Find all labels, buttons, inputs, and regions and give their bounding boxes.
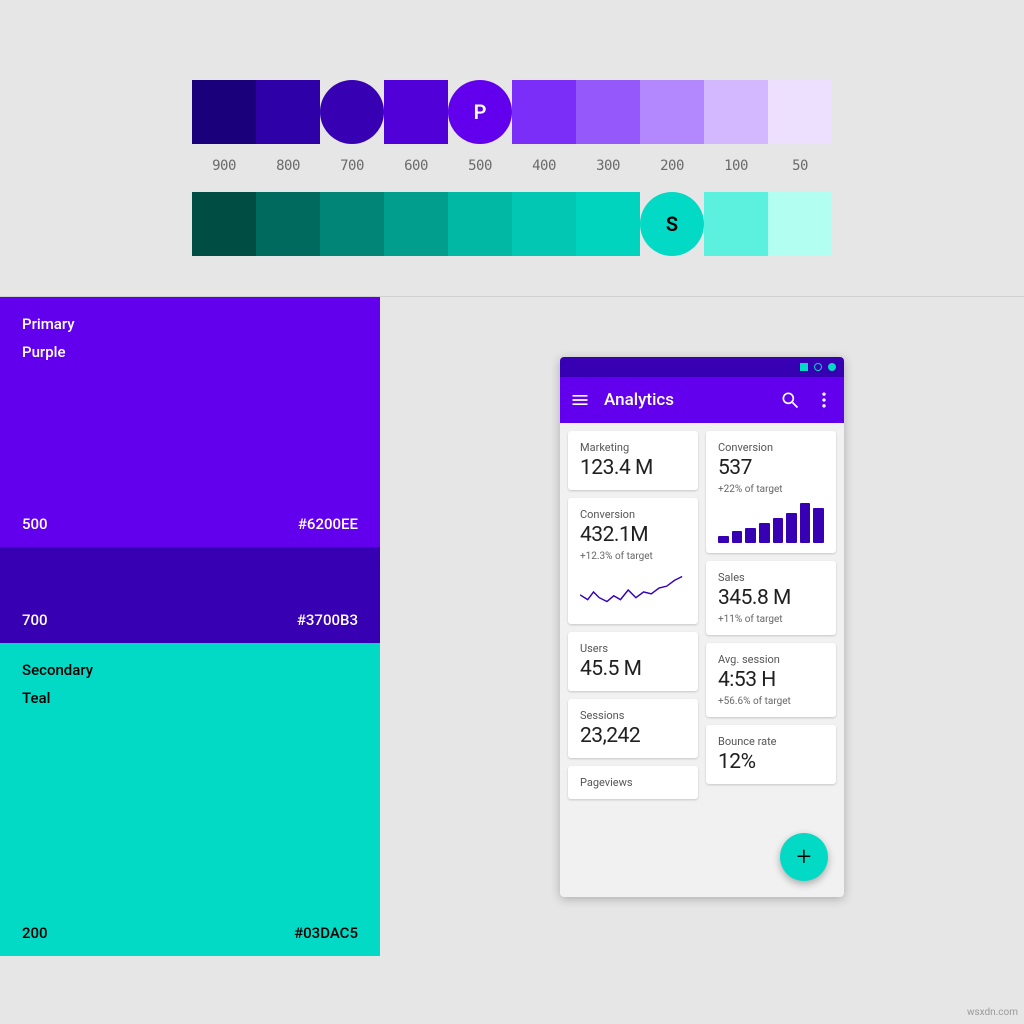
primary-dark-shade: 700 [22, 611, 48, 629]
shade-swatch [256, 80, 320, 144]
card-label: Bounce rate [718, 735, 824, 748]
shade-swatch [640, 80, 704, 144]
secondary-subtitle: Teal [22, 689, 358, 707]
shade-swatch [576, 192, 640, 256]
shade-swatch [256, 192, 320, 256]
card-value: 432.1M [580, 523, 686, 547]
card-label: Conversion [580, 508, 686, 521]
secondary-shade: 200 [22, 924, 48, 942]
shade-swatch [704, 192, 768, 256]
primary-title: Primary [22, 315, 358, 333]
shade-swatch [512, 192, 576, 256]
card-label: Marketing [580, 441, 686, 454]
shade-label: 300 [576, 144, 640, 192]
shade-swatch [192, 80, 256, 144]
shade-label: 600 [384, 144, 448, 192]
metric-card[interactable]: Bounce rate 12% [706, 725, 836, 784]
secondary-title: Secondary [22, 661, 358, 679]
card-value: 23,242 [580, 724, 686, 748]
card-column-left: Marketing 123.4 M Conversion 432.1M +12.3% o… [568, 431, 698, 799]
card-label: Avg. session [718, 653, 824, 666]
shade-swatch [768, 192, 832, 256]
shade-swatch [576, 80, 640, 144]
primary-color-block: Primary Purple 500 #6200EE [0, 297, 380, 547]
shade-swatch [384, 80, 448, 144]
status-ring-icon [814, 363, 822, 371]
app-title: Analytics [604, 390, 766, 410]
card-subtext: +11% of target [718, 614, 824, 625]
watermark: wsxdn.com [967, 1007, 1018, 1018]
status-icon [800, 363, 808, 371]
card-column-right: Conversion 537 +22% of target Sales 345.8 M +… [706, 431, 836, 799]
shade-swatch [320, 80, 384, 144]
search-icon[interactable] [780, 390, 800, 410]
shade-swatch [384, 192, 448, 256]
shade-swatch [768, 80, 832, 144]
card-label: Users [580, 642, 686, 655]
palette-section: P 90080070060050040030020010050 S [0, 0, 1024, 296]
shade-swatch: P [448, 80, 512, 144]
primary-subtitle: Purple [22, 343, 358, 361]
more-icon[interactable] [814, 390, 834, 410]
card-label: Conversion [718, 441, 824, 454]
primary-dark-hex: #3700B3 [297, 611, 358, 629]
shade-label: 900 [192, 144, 256, 192]
card-label: Sales [718, 571, 824, 584]
card-value: 4:53 H [718, 668, 824, 692]
shade-label: 800 [256, 144, 320, 192]
metric-card[interactable]: Sessions 23,242 [568, 699, 698, 758]
card-subtext: +22% of target [718, 484, 824, 495]
color-block-column: Primary Purple 500 #6200EE 700 #3700B3 S… [0, 297, 380, 956]
card-subtext: +56.6% of target [718, 696, 824, 707]
card-label: Sessions [580, 709, 686, 722]
shade-labels-row: 90080070060050040030020010050 [192, 144, 832, 192]
shade-swatch [704, 80, 768, 144]
secondary-hex: #03DAC5 [294, 924, 358, 942]
card-value: 345.8 M [718, 586, 824, 610]
primary-shade-row: P [192, 80, 832, 144]
card-subtext: +12.3% of target [580, 551, 686, 562]
menu-icon[interactable] [570, 390, 590, 410]
status-bar [560, 357, 844, 377]
shade-swatch [448, 192, 512, 256]
secondary-shade-row: S [192, 192, 832, 256]
shade-label: 50 [768, 144, 832, 192]
card-value: 45.5 M [580, 657, 686, 681]
card-label: Pageviews [580, 776, 686, 789]
metric-card[interactable]: Marketing 123.4 M [568, 431, 698, 490]
primary-marker: P [474, 100, 487, 124]
primary-dark-color-block: 700 #3700B3 [0, 547, 380, 643]
shade-label: 100 [704, 144, 768, 192]
metric-card[interactable]: Conversion 432.1M +12.3% of target [568, 498, 698, 624]
status-dot-icon [828, 363, 836, 371]
phone-mockup: Analytics Marketing 123.4 M Conversion 432.… [560, 357, 844, 897]
app-bar: Analytics [560, 377, 844, 423]
metric-card[interactable]: Avg. session 4:53 H +56.6% of target [706, 643, 836, 717]
shade-label: 200 [640, 144, 704, 192]
card-value: 537 [718, 456, 824, 480]
shade-swatch: S [640, 192, 704, 256]
primary-hex: #6200EE [298, 515, 358, 533]
mini-bar-chart [718, 503, 824, 543]
shade-swatch [320, 192, 384, 256]
card-value: 123.4 M [580, 456, 686, 480]
shade-label: 700 [320, 144, 384, 192]
fab-add-button[interactable]: + [780, 833, 828, 881]
primary-shade: 500 [22, 515, 48, 533]
metric-card[interactable]: Pageviews [568, 766, 698, 799]
metric-card[interactable]: Users 45.5 M [568, 632, 698, 691]
card-value: 12% [718, 750, 824, 774]
secondary-marker: S [666, 212, 678, 236]
shade-label: 400 [512, 144, 576, 192]
metric-card[interactable]: Sales 345.8 M +11% of target [706, 561, 836, 635]
secondary-color-block: Secondary Teal 200 #03DAC5 [0, 643, 380, 956]
shade-label: 500 [448, 144, 512, 192]
metric-card[interactable]: Conversion 537 +22% of target [706, 431, 836, 553]
shade-swatch [192, 192, 256, 256]
shade-swatch [512, 80, 576, 144]
